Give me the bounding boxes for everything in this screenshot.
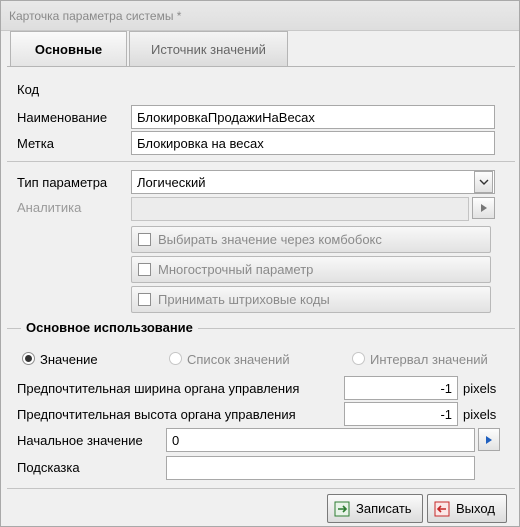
radio-value-label: Значение [40, 352, 98, 367]
tab-value-source[interactable]: Источник значений [129, 31, 288, 66]
analytics-play-icon [472, 197, 495, 219]
tab-main-label: Основные [34, 41, 103, 57]
hint-label: Подсказка [17, 460, 80, 475]
hint-field[interactable] [166, 456, 475, 480]
radio-value-list [169, 352, 182, 365]
save-icon [334, 501, 350, 517]
radio-interval [352, 352, 365, 365]
exit-button[interactable]: Выход [427, 494, 507, 523]
footer-divider [7, 488, 515, 489]
analytics-label: Аналитика [17, 200, 82, 215]
checkbox-box-icon [138, 263, 151, 276]
name-field[interactable]: БлокировкаПродажиНаВесах [131, 105, 495, 129]
barcode-checkbox[interactable]: Принимать штриховые коды [131, 286, 491, 313]
usage-group-title: Основное использование [21, 320, 198, 335]
chevron-down-icon[interactable] [474, 171, 493, 193]
barcode-checkbox-label: Принимать штриховые коды [158, 292, 330, 307]
combobox-checkbox[interactable]: Выбирать значение через комбобокс [131, 226, 491, 253]
param-type-select[interactable]: Логический [131, 170, 495, 194]
window-title: Карточка параметра системы * [9, 9, 182, 23]
tag-field[interactable]: Блокировка на весах [131, 131, 495, 155]
code-label: Код [17, 82, 40, 97]
play-arrow-icon[interactable] [478, 428, 500, 451]
pref-width-field[interactable]: -1 [344, 376, 458, 400]
pref-width-label: Предпочтительная ширина органа управлени… [17, 381, 300, 396]
pref-width-unit: pixels [463, 381, 497, 396]
param-type-value: Логический [137, 175, 206, 190]
tab-value-source-label: Источник значений [151, 41, 266, 57]
tab-main[interactable]: Основные [10, 31, 127, 66]
parameter-card-window: Карточка параметра системы * Основные Ис… [0, 0, 520, 527]
multiline-checkbox[interactable]: Многострочный параметр [131, 256, 491, 283]
save-button-label: Записать [356, 501, 412, 516]
name-label: Наименование [17, 110, 108, 125]
analytics-field [131, 197, 469, 221]
param-type-label: Тип параметра [17, 175, 108, 190]
divider [7, 161, 515, 162]
checkbox-box-icon [138, 233, 151, 246]
pref-height-unit: pixels [463, 407, 497, 422]
combobox-checkbox-label: Выбирать значение через комбобокс [158, 232, 382, 247]
exit-button-label: Выход [456, 501, 495, 516]
checkbox-box-icon [138, 293, 151, 306]
save-button[interactable]: Записать [327, 494, 423, 523]
radio-interval-label: Интервал значений [370, 352, 488, 367]
tag-label: Метка [17, 136, 54, 151]
pref-height-field[interactable]: -1 [344, 402, 458, 426]
multiline-checkbox-label: Многострочный параметр [158, 262, 314, 277]
exit-icon [434, 501, 450, 517]
radio-value[interactable] [22, 352, 35, 365]
initial-value-field[interactable]: 0 [166, 428, 475, 452]
title-bar: Карточка параметра системы * [1, 1, 519, 31]
radio-value-list-label: Список значений [187, 352, 290, 367]
initial-value-label: Начальное значение [17, 433, 143, 448]
pref-height-label: Предпочтительная высота органа управлени… [17, 407, 296, 422]
